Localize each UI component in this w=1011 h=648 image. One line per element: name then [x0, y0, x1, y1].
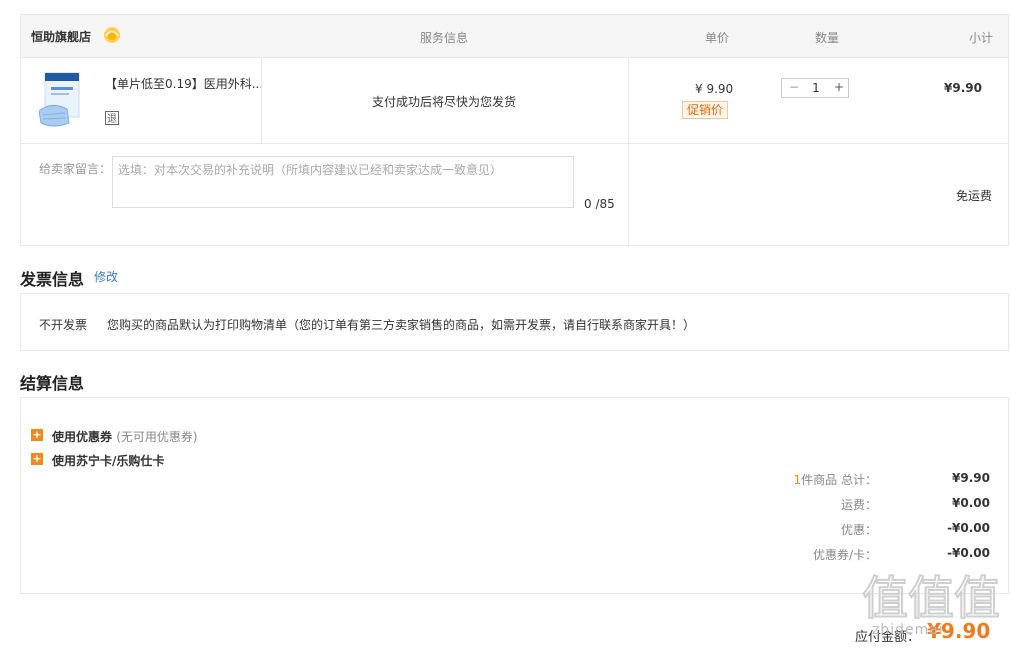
order-panel: 恒助旗舰店 服务信息 单价 数量 小计 【单片低至0.19】医用外科... 退 … [20, 14, 1009, 247]
freight-label: 运费： [840, 498, 877, 512]
watermark-url: zhidemai [872, 622, 944, 638]
item-subtotal: ¥9.90 [944, 81, 982, 95]
qty-input[interactable]: 1 [810, 81, 822, 95]
product-row: 【单片低至0.19】医用外科... 退 支付成功后将尽快为您发货 ¥ 9.90 … [21, 57, 1008, 247]
promo-price-badge: 促销价 [682, 101, 729, 119]
quantity-stepper: − 1 + [781, 78, 849, 98]
item-count-label: 1件商品 总计： [793, 473, 877, 487]
shipping-fee-text: 免运费 [956, 189, 993, 203]
invoice-edit-link[interactable]: 修改 [94, 268, 118, 285]
service-description: 支付成功后将尽快为您发货 [372, 95, 517, 109]
svg-text:值值值: 值值值 [862, 571, 1000, 625]
store-badge-icon [102, 25, 122, 45]
invoice-panel: 不开发票 您购买的商品默认为打印购物清单（您的订单有第三方卖家销售的商品，如需开… [20, 293, 1009, 351]
store-name-link[interactable]: 恒助旗舰店 [31, 28, 91, 45]
unit-price-header: 单价 [705, 31, 730, 45]
quantity-header: 数量 [815, 31, 840, 45]
total-amount: ¥9.90 [952, 471, 990, 485]
invoice-description: 您购买的商品默认为打印购物清单（您的订单有第三方卖家销售的商品，如需开发票，请自… [107, 318, 696, 332]
return-policy-icon: 退 [105, 111, 119, 125]
subtotal-header: 小计 [969, 31, 994, 45]
svg-text:退: 退 [107, 113, 117, 125]
product-thumbnail[interactable] [38, 71, 83, 129]
use-suning-card-toggle[interactable]: 使用苏宁卡/乐购仕卡 [52, 452, 164, 469]
message-char-counter: 0 /85 [584, 197, 615, 211]
service-info-header: 服务信息 [420, 31, 469, 45]
settlement-section-title: 结算信息 [20, 374, 85, 393]
qty-decrement-button[interactable]: − [788, 80, 800, 94]
expand-plus-icon[interactable]: + [31, 429, 43, 441]
invoice-section-title: 发票信息 [20, 270, 85, 289]
discount-amount: -¥0.00 [947, 521, 990, 535]
coupon-unavailable-hint: (无可用优惠券) [116, 430, 198, 444]
product-title-link[interactable]: 【单片低至0.19】医用外科... [105, 75, 263, 92]
unit-price: ¥ 9.90 [695, 82, 734, 96]
coupon-card-label: 优惠券/卡： [812, 548, 877, 562]
freight-amount: ¥0.00 [952, 496, 990, 510]
order-header-row: 恒助旗舰店 服务信息 单价 数量 小计 [21, 15, 1008, 58]
invoice-type: 不开发票 [39, 318, 88, 332]
use-coupon-label: 使用优惠券 [52, 430, 113, 444]
expand-plus-icon[interactable]: + [31, 453, 43, 465]
watermark-logo: 值值值 [861, 566, 1002, 626]
settlement-panel: + 使用优惠券 (无可用优惠券) + 使用苏宁卡/乐购仕卡 1件商品 总计： ¥… [20, 397, 1009, 594]
qty-increment-button[interactable]: + [833, 80, 845, 94]
coupon-card-amount: -¥0.00 [947, 546, 990, 560]
seller-message-label: 给卖家留言： [39, 162, 112, 176]
use-coupon-toggle[interactable]: 使用优惠券 (无可用优惠券) [52, 428, 198, 445]
divider [628, 57, 629, 247]
discount-label: 优惠： [840, 523, 877, 537]
divider [261, 57, 262, 143]
seller-message-textarea[interactable]: 选填：对本次交易的补充说明（所填内容建议已经和卖家达成一致意见） [112, 156, 574, 208]
